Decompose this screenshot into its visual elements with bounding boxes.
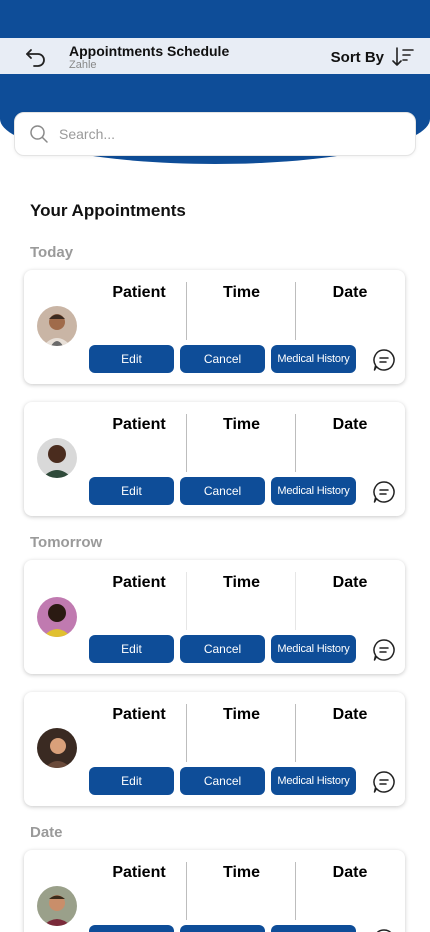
chat-icon[interactable] bbox=[372, 638, 396, 662]
cancel-button[interactable]: Cancel bbox=[180, 477, 265, 505]
column-divider bbox=[295, 282, 296, 340]
date-column-header: Date bbox=[332, 574, 368, 591]
column-divider bbox=[186, 282, 187, 340]
time-column-header: Time bbox=[222, 416, 261, 433]
date-column-header: Date bbox=[332, 706, 368, 723]
column-divider bbox=[295, 414, 296, 472]
column-divider bbox=[186, 862, 187, 920]
chat-icon[interactable] bbox=[372, 348, 396, 372]
group-label-tomorrow: Tomorrow bbox=[30, 534, 103, 551]
edit-button[interactable]: Edit bbox=[89, 345, 174, 373]
avatar bbox=[37, 728, 77, 768]
medical-history-button[interactable]: Medical History bbox=[271, 767, 356, 795]
back-arrow-icon[interactable] bbox=[24, 46, 48, 68]
avatar bbox=[37, 438, 77, 478]
edit-button[interactable]: Edit bbox=[89, 925, 174, 932]
time-column-header: Time bbox=[222, 284, 261, 301]
sort-descending-icon bbox=[392, 47, 414, 66]
column-divider bbox=[186, 572, 187, 630]
column-divider bbox=[295, 704, 296, 762]
status-bar-area bbox=[0, 0, 430, 38]
medical-history-button[interactable]: Medical History bbox=[271, 925, 356, 932]
avatar bbox=[37, 886, 77, 926]
avatar bbox=[37, 597, 77, 637]
chat-icon[interactable] bbox=[372, 928, 396, 932]
appointment-card[interactable]: Patient Time Date Edit Cancel Medical Hi… bbox=[24, 560, 405, 674]
cancel-button[interactable]: Cancel bbox=[180, 635, 265, 663]
appointment-card[interactable]: Patient Time Date Edit Cancel Medical Hi… bbox=[24, 270, 405, 384]
search-bar[interactable] bbox=[14, 112, 416, 156]
sort-label: Sort By bbox=[330, 48, 384, 66]
chat-icon[interactable] bbox=[372, 480, 396, 504]
column-divider bbox=[295, 572, 296, 630]
cancel-button[interactable]: Cancel bbox=[180, 345, 265, 373]
column-divider bbox=[186, 414, 187, 472]
time-column-header: Time bbox=[222, 864, 261, 881]
edit-button[interactable]: Edit bbox=[89, 477, 174, 505]
date-column-header: Date bbox=[332, 284, 368, 301]
appointment-card[interactable]: Patient Time Date Edit Cancel Medical Hi… bbox=[24, 850, 405, 932]
avatar bbox=[37, 306, 77, 346]
medical-history-button[interactable]: Medical History bbox=[271, 345, 356, 373]
patient-column-header: Patient bbox=[112, 416, 166, 433]
time-column-header: Time bbox=[222, 706, 261, 723]
chat-icon[interactable] bbox=[372, 770, 396, 794]
page-subtitle: Zahle bbox=[69, 59, 97, 71]
search-icon bbox=[30, 125, 48, 143]
appointment-card[interactable]: Patient Time Date Edit Cancel Medical Hi… bbox=[24, 402, 405, 516]
search-input[interactable] bbox=[59, 126, 389, 142]
group-label-today: Today bbox=[30, 244, 74, 261]
column-divider bbox=[186, 704, 187, 762]
patient-column-header: Patient bbox=[112, 284, 166, 301]
medical-history-button[interactable]: Medical History bbox=[271, 477, 356, 505]
patient-column-header: Patient bbox=[112, 574, 166, 591]
app-bar: Appointments Schedule Zahle Sort By bbox=[0, 38, 430, 74]
cancel-button[interactable]: Cancel bbox=[180, 925, 265, 932]
group-label-date: Date bbox=[30, 824, 63, 841]
sort-button[interactable]: Sort By bbox=[331, 46, 414, 68]
time-column-header: Time bbox=[222, 574, 261, 591]
medical-history-button[interactable]: Medical History bbox=[271, 635, 356, 663]
section-title: Your Appointments bbox=[30, 201, 186, 220]
patient-column-header: Patient bbox=[112, 706, 166, 723]
column-divider bbox=[295, 862, 296, 920]
date-column-header: Date bbox=[332, 864, 368, 881]
appointment-card[interactable]: Patient Time Date Edit Cancel Medical Hi… bbox=[24, 692, 405, 806]
date-column-header: Date bbox=[332, 416, 368, 433]
edit-button[interactable]: Edit bbox=[89, 767, 174, 795]
patient-column-header: Patient bbox=[112, 864, 166, 881]
page-title: Appointments Schedule bbox=[69, 43, 230, 59]
cancel-button[interactable]: Cancel bbox=[180, 767, 265, 795]
title-block: Appointments Schedule Zahle bbox=[69, 43, 229, 71]
edit-button[interactable]: Edit bbox=[89, 635, 174, 663]
